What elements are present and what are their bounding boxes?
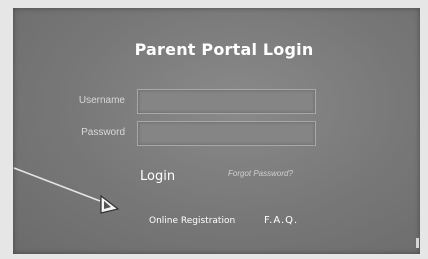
page-title: Parent Portal Login (134, 40, 314, 59)
password-field[interactable] (137, 121, 316, 146)
username-label: Username (78, 95, 125, 106)
username-field[interactable] (137, 89, 316, 114)
forgot-password-link[interactable]: Forgot Password? (228, 169, 293, 178)
online-registration-link[interactable]: Online Registration (149, 216, 235, 226)
faq-link[interactable]: F.A.Q. (264, 215, 298, 226)
login-button[interactable]: Login (140, 169, 175, 184)
password-label: Password (81, 127, 125, 138)
corner-mark (416, 238, 419, 248)
